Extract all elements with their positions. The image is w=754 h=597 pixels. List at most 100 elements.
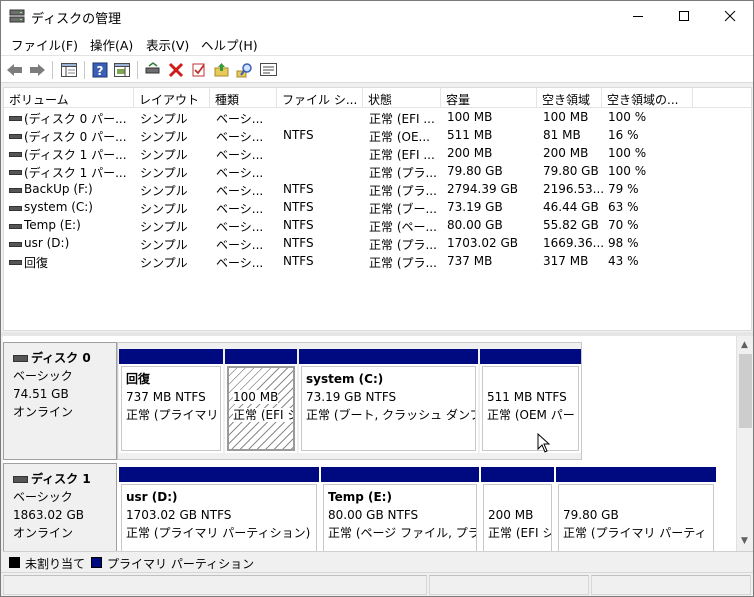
table-cell: usr (D:) xyxy=(24,236,70,250)
graphical-view-scrollbar[interactable]: ▲ ▼ xyxy=(736,336,753,551)
connect-virtual-disk-button[interactable] xyxy=(143,60,163,80)
toolbar: ? xyxy=(1,55,753,83)
scrollbar-thumb[interactable] xyxy=(739,354,752,428)
table-cell: BackUp (F:) xyxy=(24,182,93,196)
menu-help[interactable]: ヘルプ(H) xyxy=(201,35,258,54)
partition-temp-e[interactable]: Temp (E:) 80.00 GB NTFS 正常 (ページ ファイル, プラ xyxy=(321,467,479,551)
table-cell: ベーシ... xyxy=(216,148,264,162)
table-row[interactable]: usr (D:) シンプル ベーシ... NTFS 正常 (プラ... 1703.02 G… xyxy=(4,235,751,253)
table-cell: 正常 (プラ... xyxy=(369,256,437,270)
table-cell: 81 MB xyxy=(543,128,581,142)
unallocated-swatch xyxy=(9,557,20,568)
partition-label: Temp (E:) xyxy=(328,490,392,504)
partition-recovery[interactable]: 回復 737 MB NTFS 正常 (プライマリ xyxy=(119,349,223,453)
table-row[interactable]: Temp (E:) シンプル ベーシ... NTFS 正常 (ペー... 80.00 GB… xyxy=(4,217,751,235)
volume-icon xyxy=(9,116,22,121)
table-cell: 正常 (ブー... xyxy=(369,202,437,216)
partition-bar xyxy=(299,349,478,364)
table-row[interactable]: (ディスク 0 パー... シンプル ベーシ... 正常 (EFI ... 100 MB… xyxy=(4,109,751,127)
partition-status: 正常 (プライマリ xyxy=(126,408,219,422)
column-header-layout[interactable]: レイアウト xyxy=(134,88,210,108)
column-header-free-space[interactable]: 空き領域 xyxy=(537,88,602,108)
partition-bar xyxy=(481,467,554,482)
close-button[interactable] xyxy=(707,1,753,31)
menu-action[interactable]: 操作(A) xyxy=(90,35,133,54)
table-row[interactable]: (ディスク 1 パー... シンプル ベーシ... 正常 (EFI ... 200 MB… xyxy=(4,145,751,163)
partition-size: 80.00 GB NTFS xyxy=(328,508,419,522)
menu-view[interactable]: 表示(V) xyxy=(146,35,189,54)
partition-size: 200 MB xyxy=(488,508,534,522)
table-row[interactable]: (ディスク 1 パー... シンプル ベーシ... 正常 (プラ... 79.80 GB… xyxy=(4,163,751,181)
partition-label: system (C:) xyxy=(306,372,384,386)
table-row[interactable]: (ディスク 0 パー... シンプル ベーシ... NTFS 正常 (OE... 511 … xyxy=(4,127,751,145)
partition-status: 正常 (ページ ファイル, プラ xyxy=(328,526,477,540)
delete-x-icon xyxy=(168,62,184,78)
table-cell: NTFS xyxy=(283,182,314,196)
table-cell: シンプル xyxy=(140,256,188,270)
partition-system-c[interactable]: system (C:) 73.19 GB NTFS 正常 (ブート, クラッシュ… xyxy=(299,349,478,453)
maximize-button[interactable] xyxy=(661,1,707,31)
table-cell: 98 % xyxy=(608,236,639,250)
column-header-status[interactable]: 状態 xyxy=(363,88,441,108)
table-cell: 16 % xyxy=(608,128,639,142)
table-cell: NTFS xyxy=(283,236,314,250)
minimize-button[interactable] xyxy=(615,1,661,31)
volume-icon xyxy=(9,134,22,139)
table-row[interactable]: 回復 シンプル ベーシ... NTFS 正常 (プラ... 737 MB 317 MB 43 … xyxy=(4,253,751,271)
column-header-free-percent[interactable]: 空き領域の... xyxy=(602,88,693,108)
partition-usr-d[interactable]: usr (D:) 1703.02 GB NTFS 正常 (プライマリ パーティシ… xyxy=(119,467,319,551)
table-cell: 100 MB xyxy=(543,110,589,124)
table-cell: 正常 (プラ... xyxy=(369,166,437,180)
partition-size: 511 MB NTFS xyxy=(487,390,567,404)
table-cell: 100 % xyxy=(608,146,647,160)
partition-status: 正常 (ブート, クラッシュ ダンプ xyxy=(306,408,476,422)
volume-icon xyxy=(9,260,22,265)
table-cell: 正常 (プラ... xyxy=(369,238,437,252)
partition-bar xyxy=(321,467,479,482)
properties-button[interactable] xyxy=(189,60,209,80)
status-cell-3 xyxy=(591,575,751,595)
table-cell: Temp (E:) xyxy=(24,218,81,232)
partition-label: 回復 xyxy=(126,372,151,386)
disk-0-type: ベーシック xyxy=(13,369,73,383)
table-cell: 737 MB xyxy=(447,254,493,268)
partition-efi-disk0[interactable]: 100 MB 正常 (EFI シ xyxy=(225,349,297,453)
table-row[interactable]: system (C:) シンプル ベーシ... NTFS 正常 (ブー... 73.19 … xyxy=(4,199,751,217)
scroll-up-arrow-icon[interactable]: ▲ xyxy=(741,340,748,350)
table-cell: NTFS xyxy=(283,128,314,142)
disk-1-name: ディスク 1 xyxy=(13,470,116,488)
column-header-volume[interactable]: ボリューム xyxy=(4,88,134,108)
partition-oem-disk0[interactable]: 511 MB NTFS 正常 (OEM パー xyxy=(480,349,581,453)
help-button[interactable]: ? xyxy=(90,60,110,80)
back-button[interactable] xyxy=(5,60,25,80)
table-cell: ベーシ... xyxy=(216,202,264,216)
menu-file[interactable]: ファイル(F) xyxy=(11,35,78,54)
partition-efi-disk1[interactable]: 200 MB 正常 (EFI シ xyxy=(481,467,554,551)
table-cell: 正常 (OE... xyxy=(369,130,430,144)
scroll-down-arrow-icon[interactable]: ▼ xyxy=(741,536,748,546)
table-cell: シンプル xyxy=(140,130,188,144)
open-folder-button[interactable] xyxy=(212,60,232,80)
action-pane-icon xyxy=(114,63,130,77)
volume-icon xyxy=(9,242,22,247)
column-header-capacity[interactable]: 容量 xyxy=(441,88,537,108)
partition-size: 100 MB xyxy=(233,390,279,404)
partition-bar xyxy=(480,349,581,364)
table-row[interactable]: BackUp (F:) シンプル ベーシ... NTFS 正常 (プラ... 2794.3… xyxy=(4,181,751,199)
column-header-filesystem[interactable]: ファイル シ... xyxy=(277,88,363,108)
show-hide-action-pane-button[interactable] xyxy=(112,60,132,80)
search-button[interactable] xyxy=(235,60,255,80)
partition-primary-disk1[interactable]: 79.80 GB 正常 (プライマリ パーティ xyxy=(556,467,716,551)
column-header-type[interactable]: 種類 xyxy=(210,88,277,108)
table-cell: NTFS xyxy=(283,254,314,268)
table-cell: シンプル xyxy=(140,166,188,180)
table-cell: ベーシ... xyxy=(216,112,264,126)
delete-button[interactable] xyxy=(166,60,186,80)
forward-button[interactable] xyxy=(27,60,47,80)
help-icon: ? xyxy=(92,62,108,78)
show-hide-console-tree-button[interactable] xyxy=(59,60,79,80)
disk-0-info[interactable]: ディスク 0 ベーシック 74.51 GB オンライン xyxy=(3,342,117,460)
table-cell: (ディスク 1 パー... xyxy=(24,166,127,180)
disk-1-info[interactable]: ディスク 1 ベーシック 1863.02 GB オンライン xyxy=(3,463,117,551)
settings-list-button[interactable] xyxy=(259,60,279,80)
